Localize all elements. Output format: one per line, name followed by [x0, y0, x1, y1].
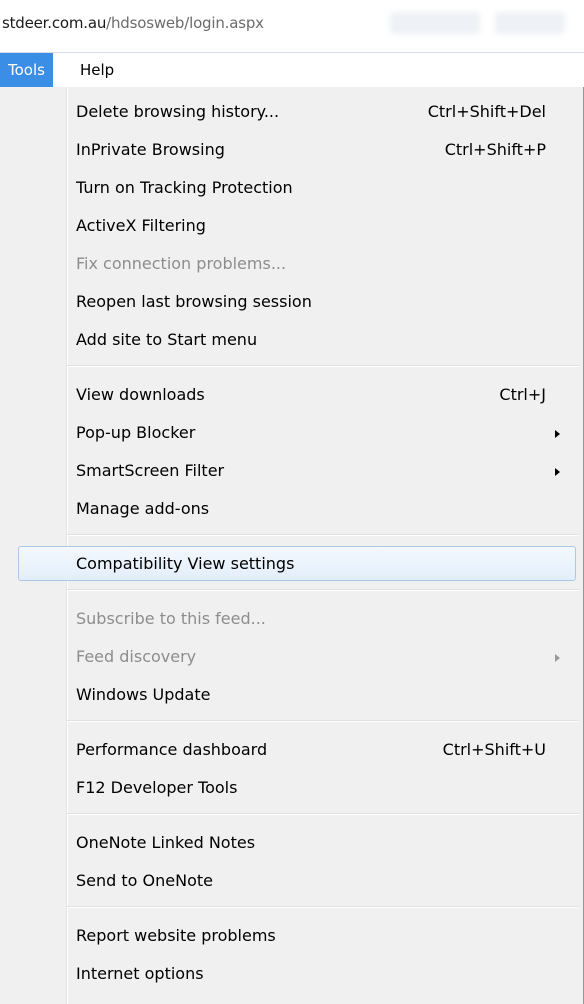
menu-item-shortcut: Ctrl+Shift+U — [442, 740, 546, 759]
address-host: stdeer.com.au — [2, 14, 107, 32]
menu-item-label: OneNote Linked Notes — [76, 833, 256, 852]
menu-item-label: Delete browsing history... — [76, 102, 280, 121]
menu-separator — [67, 906, 579, 908]
menu-item-label: ActiveX Filtering — [76, 216, 206, 235]
menu-item-onenote-linked-notes[interactable]: OneNote Linked Notes — [0, 824, 583, 862]
menu-item-reopen-last-browsing-session[interactable]: Reopen last browsing session — [0, 283, 583, 321]
menu-item-windows-update[interactable]: Windows Update — [0, 676, 583, 714]
menu-item-label: Add site to Start menu — [76, 330, 258, 349]
blurred-toolbar-region — [495, 12, 565, 34]
blurred-toolbar-region — [390, 12, 480, 34]
menu-item-activex-filtering[interactable]: ActiveX Filtering — [0, 207, 583, 245]
menu-item-internet-options[interactable]: Internet options — [0, 955, 583, 993]
menu-item-delete-browsing-history[interactable]: Delete browsing history... Ctrl+Shift+Del — [0, 93, 583, 131]
menu-item-manage-add-ons[interactable]: Manage add-ons — [0, 490, 583, 528]
menu-separator — [67, 534, 579, 536]
address-bar[interactable]: stdeer.com.au/hdsosweb/login.aspx — [0, 0, 584, 53]
menu-separator — [67, 720, 579, 722]
address-url[interactable]: stdeer.com.au/hdsosweb/login.aspx — [2, 14, 264, 32]
menu-item-label: InPrivate Browsing — [76, 140, 225, 159]
menu-item-smartscreen-filter[interactable]: SmartScreen Filter — [0, 452, 583, 490]
menu-item-add-site-to-start-menu[interactable]: Add site to Start menu — [0, 321, 583, 359]
menu-item-inprivate-browsing[interactable]: InPrivate Browsing Ctrl+Shift+P — [0, 131, 583, 169]
menu-item-label: Send to OneNote — [76, 871, 213, 890]
menu-item-label: Windows Update — [76, 685, 211, 704]
menu-item-label: View downloads — [76, 385, 205, 404]
menu-item-performance-dashboard[interactable]: Performance dashboard Ctrl+Shift+U — [0, 731, 583, 769]
menu-item-shortcut: Ctrl+Shift+P — [444, 140, 546, 159]
menu-item-label: Manage add-ons — [76, 499, 210, 518]
menu-item-view-downloads[interactable]: View downloads Ctrl+J — [0, 376, 583, 414]
menu-item-label: Compatibility View settings — [76, 554, 295, 573]
menu-item-label: Internet options — [76, 964, 204, 983]
menubar-tools[interactable]: Tools — [0, 53, 53, 87]
menu-item-label: Performance dashboard — [76, 740, 268, 759]
menu-item-pop-up-blocker[interactable]: Pop-up Blocker — [0, 414, 583, 452]
menu-item-label: Pop-up Blocker — [76, 423, 196, 442]
menu-item-send-to-onenote[interactable]: Send to OneNote — [0, 862, 583, 900]
menu-item-feed-discovery: Feed discovery — [0, 638, 583, 676]
menu-item-label: Reopen last browsing session — [76, 292, 312, 311]
menu-item-label: Feed discovery — [76, 647, 197, 666]
submenu-arrow-icon — [555, 468, 560, 476]
menu-item-f12-developer-tools[interactable]: F12 Developer Tools — [0, 769, 583, 807]
menu-separator — [67, 365, 579, 367]
address-path: /hdsosweb/login.aspx — [106, 14, 264, 32]
menu-item-label: F12 Developer Tools — [76, 778, 238, 797]
menu-item-label: Report website problems — [76, 926, 276, 945]
menu-item-compatibility-view-settings[interactable]: Compatibility View settings — [0, 545, 583, 583]
menu-item-shortcut: Ctrl+Shift+Del — [427, 102, 546, 121]
menu-item-label: Turn on Tracking Protection — [76, 178, 293, 197]
menu-item-shortcut: Ctrl+J — [499, 385, 546, 404]
submenu-arrow-icon — [555, 430, 560, 438]
submenu-arrow-icon — [555, 654, 560, 662]
menu-bar: Tools Help — [0, 53, 584, 88]
menu-item-report-website-problems[interactable]: Report website problems — [0, 917, 583, 955]
browser-window: stdeer.com.au/hdsosweb/login.aspx Tools … — [0, 0, 584, 1004]
menu-item-turn-on-tracking-protection[interactable]: Turn on Tracking Protection — [0, 169, 583, 207]
menu-separator — [67, 813, 579, 815]
tools-menu: Delete browsing history... Ctrl+Shift+Del… — [0, 87, 584, 1004]
menu-item-label: Fix connection problems... — [76, 254, 287, 273]
menubar-help[interactable]: Help — [72, 53, 122, 87]
menu-item-subscribe-to-this-feed: Subscribe to this feed... — [0, 600, 583, 638]
menu-separator — [67, 589, 579, 591]
menu-item-label: Subscribe to this feed... — [76, 609, 266, 628]
menu-item-label: SmartScreen Filter — [76, 461, 225, 480]
menu-item-fix-connection-problems: Fix connection problems... — [0, 245, 583, 283]
